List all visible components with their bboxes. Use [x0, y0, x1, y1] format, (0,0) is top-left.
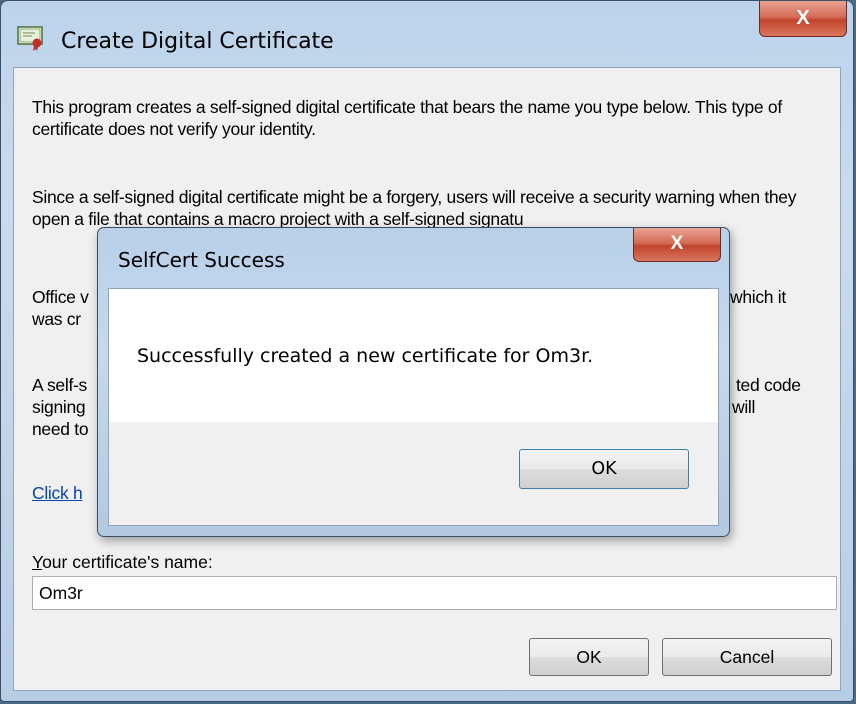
warning-paragraph: Since a self-signed digital certificate …	[32, 187, 797, 229]
office-paragraph-line1: Office v	[32, 287, 89, 307]
close-icon: X	[796, 7, 810, 29]
selfsigned-paragraph-line2-end: will	[732, 397, 756, 417]
popup-title: SelfCert Success	[118, 248, 285, 272]
selfsigned-paragraph-line1-end: ted code	[736, 375, 801, 395]
success-message: Successfully created a new certificate f…	[137, 345, 594, 367]
window-title: Create Digital Certificate	[61, 29, 334, 54]
selfsigned-paragraph-line3: need to	[32, 419, 89, 439]
certificate-icon	[17, 25, 45, 51]
popup-message-area: Successfully created a new certificate f…	[109, 289, 718, 422]
certificate-name-label-text: our certificate's name:	[42, 552, 213, 572]
popup-ok-button[interactable]: OK	[519, 449, 689, 489]
selfcert-success-dialog: SelfCert Success X Successfully created …	[97, 227, 730, 537]
selfsigned-paragraph-line1: A self-s	[32, 375, 87, 395]
mnemonic-char: Y	[32, 552, 43, 572]
certificate-name-label: Your certificate's name:	[32, 552, 213, 573]
close-icon: X	[670, 233, 684, 254]
help-link[interactable]: Click h	[32, 482, 83, 504]
intro-paragraph: This program creates a self-signed digit…	[32, 97, 782, 139]
close-button[interactable]: X	[759, 1, 847, 37]
selfsigned-paragraph-line2: signing	[32, 397, 86, 417]
ok-button[interactable]: OK	[529, 638, 649, 676]
popup-body: Successfully created a new certificate f…	[108, 288, 719, 526]
cancel-button[interactable]: Cancel	[662, 638, 832, 676]
certificate-name-input[interactable]	[32, 576, 837, 610]
popup-close-button[interactable]: X	[633, 228, 721, 262]
office-paragraph-line2: was cr	[32, 309, 81, 329]
